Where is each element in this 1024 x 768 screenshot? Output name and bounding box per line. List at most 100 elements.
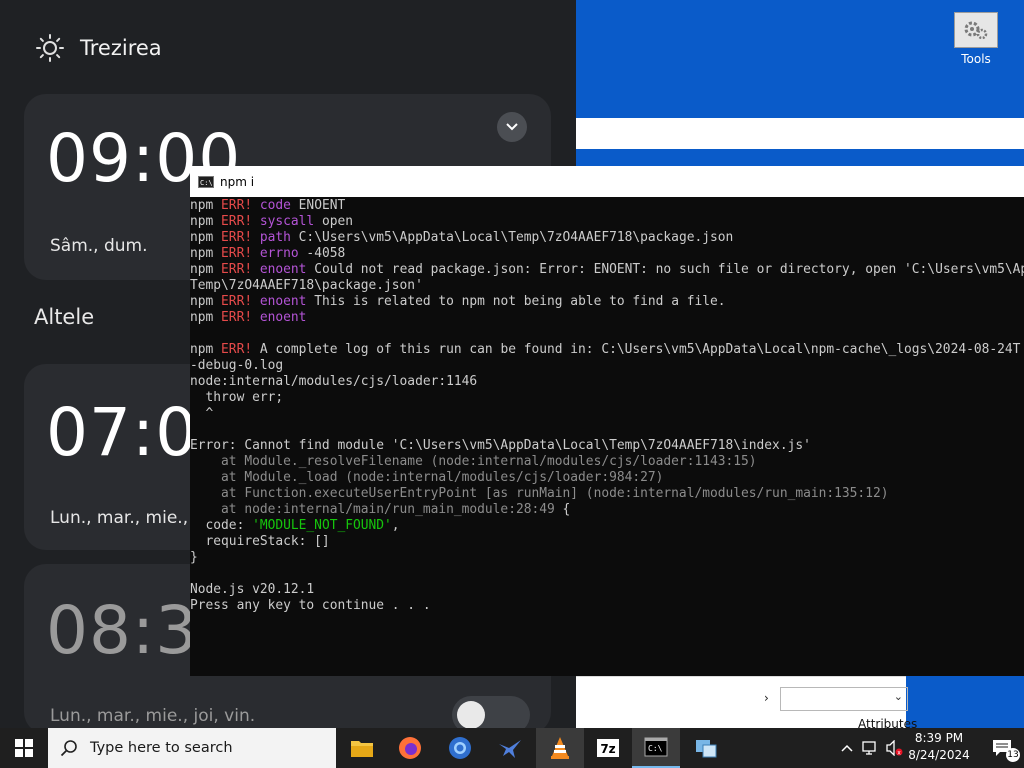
console-line: npm ERR! A complete log of this run can … <box>190 342 1024 358</box>
taskbar-app-file-explorer[interactable] <box>338 728 386 768</box>
console-text: errno <box>259 246 299 261</box>
console-line: at Module._resolveFilename (node:interna… <box>190 454 1024 470</box>
console-text: at node:internal/main/run_main_module:28… <box>190 502 555 517</box>
console-text: requireStack: [] <box>190 534 330 549</box>
chevron-down-icon <box>506 123 518 131</box>
console-text: This is related to npm not being able to… <box>306 294 726 309</box>
console-text: npm <box>190 310 222 325</box>
console-text: enoent <box>259 262 307 277</box>
search-icon <box>60 740 77 757</box>
console-line: npm ERR! errno -4058 <box>190 246 1024 262</box>
volume-tray[interactable]: x <box>884 728 904 768</box>
console-text: ^ <box>190 406 214 421</box>
console-text: , <box>391 518 400 533</box>
7zip-icon: 7z <box>597 739 619 757</box>
sun-icon <box>36 34 64 62</box>
alarms-header: Trezirea <box>34 30 162 66</box>
console-text: { <box>554 502 571 517</box>
taskbar: Type here to search 7z C:\ x 8:39 PM 8/2… <box>0 728 1024 768</box>
taskbar-app-cmd[interactable]: C:\ <box>632 728 680 768</box>
console-line: at Module._load (node:internal/modules/c… <box>190 470 1024 486</box>
desktop-icon-label: Tools <box>961 52 991 66</box>
console-line: } <box>190 550 1024 566</box>
console-text: } <box>190 550 198 565</box>
console-text: Press any key to continue . . . <box>190 598 431 613</box>
tray-overflow-chevron[interactable] <box>838 728 856 768</box>
taskbar-app-browser[interactable] <box>436 728 484 768</box>
console-text: path <box>259 230 291 245</box>
taskbar-clock[interactable]: 8:39 PM 8/24/2024 <box>904 730 974 764</box>
window-fragment <box>576 118 1024 149</box>
notification-count-badge: 13 <box>1006 748 1020 762</box>
console-line: npm ERR! path C:\Users\vm5\AppData\Local… <box>190 230 1024 246</box>
console-line: code: 'MODULE_NOT_FOUND', <box>190 518 1024 534</box>
console-text: enoent <box>259 294 307 309</box>
cmd-icon: C:\ <box>644 737 668 757</box>
console-text: Error: Cannot find module 'C:\Users\vm5\… <box>190 438 811 453</box>
clock-date: 8/24/2024 <box>908 748 970 762</box>
console-text: Node.js v20.12.1 <box>190 582 315 597</box>
start-button[interactable] <box>0 728 48 768</box>
taskbar-app-network-tool[interactable] <box>682 728 730 768</box>
speaker-muted-icon: x <box>886 740 903 756</box>
console-text: C:\Users\vm5\AppData\Local\Temp\7zO4AAEF… <box>290 230 734 245</box>
console-line: npm ERR! enoent This is related to npm n… <box>190 294 1024 310</box>
desktop-icon-tools[interactable]: Tools <box>951 12 1001 66</box>
chrome-icon <box>449 737 471 759</box>
console-text: ERR! <box>221 262 253 277</box>
console-text: npm <box>190 198 222 213</box>
console-text: npm <box>190 246 222 261</box>
console-line: Error: Cannot find module 'C:\Users\vm5\… <box>190 438 1024 454</box>
section-title-other: Altele <box>34 305 95 329</box>
console-text: A complete log of this run can be found … <box>252 342 1021 357</box>
chevron-down-icon: ⌄ <box>893 690 903 703</box>
console-text: at Function.executeUserEntryPoint [as ru… <box>190 486 889 501</box>
dropdown[interactable]: ⌄ <box>780 687 908 711</box>
console-text: ERR! <box>221 230 253 245</box>
explorer-window-fragment: › ⌄ Attributes <box>576 676 917 731</box>
console-text: ERR! <box>221 214 253 229</box>
taskbar-app-firefox[interactable] <box>386 728 434 768</box>
console-text: npm <box>190 262 222 277</box>
svg-text:7z: 7z <box>600 742 615 756</box>
console-text: ERR! <box>221 198 253 213</box>
chevron-right-icon[interactable]: › <box>764 691 769 705</box>
console-text: code <box>259 198 291 213</box>
console-text: -debug-0.log <box>190 358 284 373</box>
console-text: at Module._resolveFilename (node:interna… <box>190 454 757 469</box>
notification-center-button[interactable]: 13 <box>980 728 1024 768</box>
console-line: Press any key to continue . . . <box>190 598 1024 614</box>
console-text: node:internal/modules/cjs/loader:1146 <box>190 374 478 389</box>
taskbar-app-7zip[interactable]: 7z <box>584 728 632 768</box>
taskbar-app-vlc[interactable] <box>536 728 584 768</box>
console-text: code: <box>190 518 253 533</box>
expand-button[interactable] <box>497 112 527 142</box>
network-tray[interactable] <box>860 728 882 768</box>
console-line: -debug-0.log <box>190 358 1024 374</box>
taskbar-search-box[interactable]: Type here to search <box>48 728 336 768</box>
console-text: throw err; <box>190 390 284 405</box>
vlc-icon <box>551 737 569 759</box>
console-text: -4058 <box>298 246 346 261</box>
console-line: Temp\7zO4AAEF718\package.json' <box>190 278 1024 294</box>
alarm-days: Sâm., dum. <box>50 236 148 256</box>
network-icon <box>862 741 876 755</box>
taskbar-app-bird[interactable] <box>486 728 534 768</box>
alarm-days: Lun., mar., mie., joi, vin. <box>50 706 256 726</box>
console-output[interactable]: npm ERR! code ENOENT npm ERR! syscall ope… <box>190 197 1024 676</box>
toggle-knob <box>457 701 485 729</box>
cmd-icon: C:\ <box>198 175 214 188</box>
firefox-icon <box>399 737 421 759</box>
console-line: npm ERR! enoent Could not read package.j… <box>190 262 1024 278</box>
console-titlebar[interactable]: C:\ npm i <box>190 166 1024 197</box>
console-window[interactable]: C:\ npm i npm ERR! code ENOENT npm ERR! s… <box>190 166 1024 676</box>
alarms-header-title: Trezirea <box>80 36 162 60</box>
console-line: node:internal/modules/cjs/loader:1146 <box>190 374 1024 390</box>
